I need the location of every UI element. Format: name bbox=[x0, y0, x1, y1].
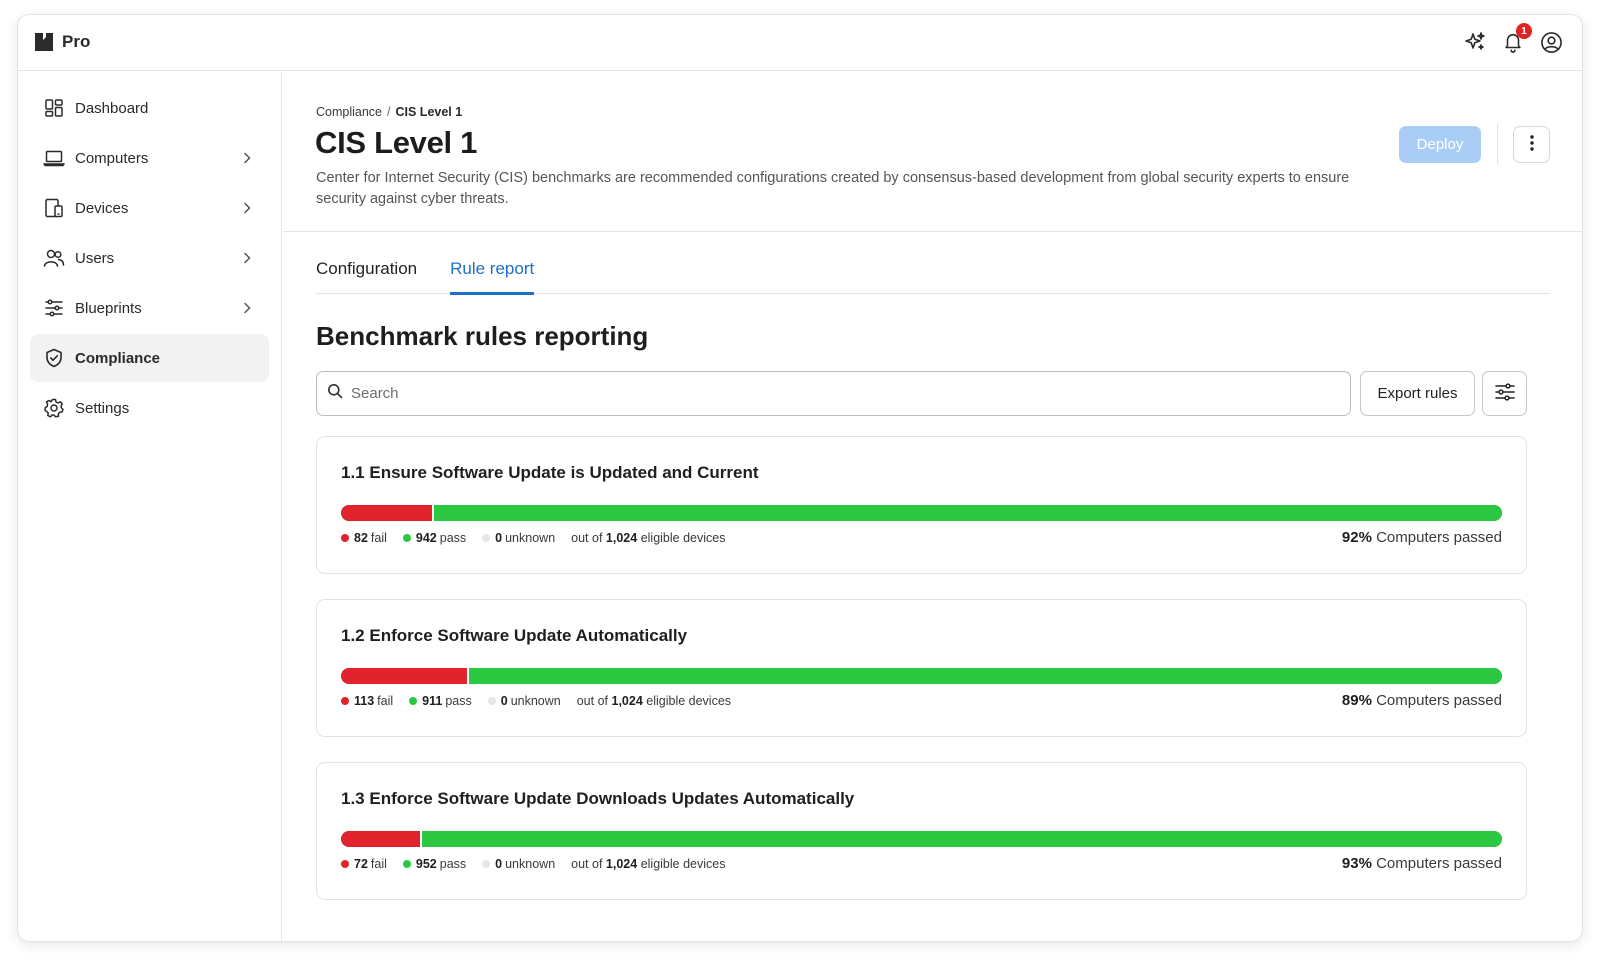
unknown-count: 0 unknown bbox=[487, 694, 561, 708]
fail-count: 113 fail bbox=[341, 694, 393, 708]
breadcrumb: Compliance / CIS Level 1 bbox=[316, 105, 462, 119]
breadcrumb-separator: / bbox=[387, 105, 391, 119]
unknown-count: 0 unknown bbox=[482, 531, 555, 545]
pass-segment bbox=[468, 668, 1502, 684]
sidebar-item-label: Users bbox=[75, 249, 115, 267]
tab-configuration[interactable]: Configuration bbox=[316, 256, 417, 294]
sidebar-item-label: Settings bbox=[75, 399, 130, 417]
gear-icon bbox=[43, 397, 65, 419]
fail-dot-icon bbox=[341, 860, 349, 868]
pass-dot-icon bbox=[402, 860, 411, 868]
sidebar-item-users[interactable]: Users bbox=[30, 234, 269, 282]
top-bar: Pro 1 bbox=[18, 15, 1582, 71]
sidebar-item-settings[interactable]: Settings bbox=[30, 384, 269, 432]
pass-segment bbox=[433, 505, 1502, 521]
page-title: CIS Level 1 bbox=[315, 125, 478, 160]
chevron-right-icon bbox=[239, 150, 255, 166]
page-header: Compliance / CIS Level 1 CIS Level 1 Cente… bbox=[283, 72, 1582, 232]
fail-count: 82 fail bbox=[341, 531, 387, 545]
pass-count: 952 pass bbox=[402, 857, 466, 871]
pass-count: 942 pass bbox=[402, 531, 466, 545]
fail-segment bbox=[341, 668, 469, 684]
more-options-button[interactable] bbox=[1513, 126, 1550, 163]
brand[interactable]: Pro bbox=[34, 32, 90, 52]
app-window: Pro 1 Dashboard Computers Devices Users … bbox=[17, 14, 1583, 942]
deploy-button[interactable]: Deploy bbox=[1399, 126, 1481, 163]
sidebar-item-blueprints[interactable]: Blueprints bbox=[30, 284, 269, 332]
sidebar: Dashboard Computers Devices Users Bluepr… bbox=[18, 72, 282, 941]
unknown-dot-icon bbox=[482, 860, 491, 868]
sidebar-item-computers[interactable]: Computers bbox=[30, 134, 269, 182]
tab-rule-report[interactable]: Rule report bbox=[450, 256, 535, 295]
rule-title: 1.2 Enforce Software Update Automaticall… bbox=[341, 626, 688, 645]
fail-dot-icon bbox=[341, 697, 349, 705]
computers-passed: 93% Computers passed bbox=[1341, 855, 1502, 872]
pass-segment bbox=[422, 831, 1502, 847]
rule-card[interactable]: 1.1 Ensure Software Update is Updated an… bbox=[316, 436, 1527, 574]
page-description: Center for Internet Security (CIS) bench… bbox=[316, 170, 1350, 207]
chevron-right-icon bbox=[239, 300, 255, 316]
filter-sliders-icon bbox=[1494, 383, 1515, 404]
brand-logo-icon bbox=[34, 32, 54, 52]
sliders-icon bbox=[43, 297, 65, 319]
sidebar-item-label: Devices bbox=[75, 199, 129, 217]
header-divider bbox=[1497, 124, 1498, 164]
rule-stats: 72 fail 952 pass 0 unknown out of 1,024 eli… bbox=[341, 857, 725, 871]
section-title: Benchmark rules reporting bbox=[316, 321, 649, 351]
compliance-progress-bar bbox=[341, 668, 1502, 684]
fail-segment bbox=[341, 505, 434, 521]
rule-title: 1.1 Ensure Software Update is Updated an… bbox=[341, 463, 759, 482]
unknown-dot-icon bbox=[487, 697, 496, 705]
rule-card[interactable]: 1.3 Enforce Software Update Downloads Up… bbox=[316, 762, 1527, 900]
eligible-devices: out of 1,024 eligible devices bbox=[576, 694, 732, 708]
eligible-devices: out of 1,024 eligible devices bbox=[571, 857, 726, 871]
eligible-devices: out of 1,024 eligible devices bbox=[571, 531, 726, 545]
laptop-icon bbox=[43, 147, 65, 169]
ai-sparkle-icon[interactable] bbox=[1462, 29, 1488, 55]
computers-passed: 92% Computers passed bbox=[1341, 529, 1502, 546]
dashboard-icon bbox=[43, 97, 65, 119]
breadcrumb-current: CIS Level 1 bbox=[395, 105, 463, 119]
sidebar-item-compliance[interactable]: Compliance bbox=[30, 334, 269, 382]
account-icon[interactable] bbox=[1538, 29, 1564, 55]
compliance-progress-bar bbox=[341, 831, 1502, 847]
export-rules-button[interactable]: Export rules bbox=[1360, 371, 1475, 416]
rule-title: 1.3 Enforce Software Update Downloads Up… bbox=[341, 789, 855, 808]
bell-icon[interactable]: 1 bbox=[1500, 23, 1532, 55]
sidebar-item-dashboard[interactable]: Dashboard bbox=[30, 84, 269, 132]
computers-passed: 89% Computers passed bbox=[1341, 692, 1502, 709]
chevron-right-icon bbox=[239, 200, 255, 216]
rule-card[interactable]: 1.2 Enforce Software Update Automaticall… bbox=[316, 599, 1527, 737]
more-vertical-icon bbox=[1529, 135, 1534, 154]
devices-icon bbox=[43, 197, 65, 219]
fail-dot-icon bbox=[341, 534, 349, 542]
sidebar-item-label: Dashboard bbox=[75, 99, 149, 117]
rule-stats: 82 fail 942 pass 0 unknown out of 1,024 eli… bbox=[341, 531, 725, 545]
search-input[interactable] bbox=[351, 385, 1350, 402]
fail-count: 72 fail bbox=[341, 857, 387, 871]
brand-name: Pro bbox=[62, 32, 91, 51]
users-icon bbox=[43, 247, 65, 269]
main-content: Compliance / CIS Level 1 CIS Level 1 Cente… bbox=[283, 72, 1582, 941]
sidebar-item-label: Computers bbox=[75, 149, 149, 167]
notification-badge: 1 bbox=[1516, 23, 1532, 39]
chevron-right-icon bbox=[239, 250, 255, 266]
search-field[interactable] bbox=[316, 371, 1351, 416]
sidebar-item-label: Blueprints bbox=[75, 299, 142, 317]
compliance-progress-bar bbox=[341, 505, 1502, 521]
pass-count: 911 pass bbox=[409, 694, 472, 708]
unknown-dot-icon bbox=[482, 534, 491, 542]
unknown-count: 0 unknown bbox=[482, 857, 555, 871]
breadcrumb-link-compliance[interactable]: Compliance bbox=[316, 105, 382, 119]
tab-bar: Configuration Rule report bbox=[316, 256, 1550, 295]
filter-button[interactable] bbox=[1482, 371, 1527, 416]
fail-segment bbox=[341, 831, 423, 847]
search-icon bbox=[327, 383, 343, 404]
pass-dot-icon bbox=[402, 534, 411, 542]
sidebar-item-devices[interactable]: Devices bbox=[30, 184, 269, 232]
pass-dot-icon bbox=[409, 697, 418, 705]
shield-icon bbox=[43, 347, 65, 369]
rule-stats: 113 fail 911 pass 0 unknown out of 1,024 el… bbox=[341, 694, 731, 708]
sidebar-item-label: Compliance bbox=[75, 349, 161, 367]
